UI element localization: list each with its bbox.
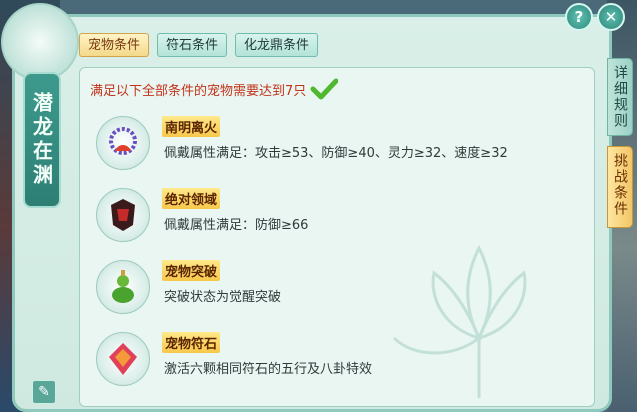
condition-item: 南明离火 佩戴属性满足：攻击≥53、防御≥40、灵力≥32、速度≥32 bbox=[96, 112, 576, 172]
gourd-icon bbox=[96, 260, 150, 314]
condition-item: 宠物符石 激活六颗相同符石的五行及八卦特效 bbox=[96, 328, 576, 388]
fire-necklace-icon bbox=[96, 116, 150, 170]
edit-icon[interactable]: ✎ bbox=[32, 380, 56, 404]
armor-icon bbox=[96, 188, 150, 242]
rune-stone-icon bbox=[96, 332, 150, 386]
condition-desc: 激活六颗相同符石的五行及八卦特效 bbox=[164, 362, 373, 377]
condition-item: 宠物突破 突破状态为觉醒突破 bbox=[96, 256, 576, 316]
conditions-content: 满足以下全部条件的宠物需要达到7只 南明离火 佩戴属性满足：攻击≥53、防御≥4… bbox=[79, 67, 595, 407]
condition-desc: 佩戴属性满足：攻击≥53、防御≥40、灵力≥32、速度≥32 bbox=[164, 146, 508, 161]
condition-title: 宠物符石 bbox=[162, 332, 221, 353]
close-button[interactable]: ✕ bbox=[597, 3, 625, 31]
condition-item: 绝对领域 佩戴属性满足：防御≥66 bbox=[96, 184, 576, 244]
condition-title: 绝对领域 bbox=[162, 188, 221, 209]
decor-moon-icon bbox=[1, 3, 79, 81]
tab-dragon-cauldron-conditions[interactable]: 化龙鼎条件 bbox=[235, 33, 319, 57]
tab-pet-conditions[interactable]: 宠物条件 bbox=[79, 33, 150, 57]
tab-rune-conditions[interactable]: 符石条件 bbox=[157, 33, 228, 57]
tab-detailed-rules[interactable]: 详细规则 bbox=[607, 58, 633, 136]
main-panel: 潜龙在渊 ✎ 宠物条件 符石条件 化龙鼎条件 满足以下全部条件的宠物需要达到7只… bbox=[1, 3, 612, 412]
condition-title: 宠物突破 bbox=[162, 260, 221, 281]
side-title-banner: 潜龙在渊 bbox=[23, 72, 61, 208]
help-button[interactable]: ? bbox=[565, 3, 593, 31]
requirement-heading: 满足以下全部条件的宠物需要达到7只 bbox=[90, 78, 339, 100]
condition-title: 南明离火 bbox=[162, 116, 221, 137]
side-title: 潜龙在渊 bbox=[29, 92, 54, 188]
condition-desc: 佩戴属性满足：防御≥66 bbox=[164, 218, 309, 233]
tab-challenge-conditions[interactable]: 挑战条件 bbox=[607, 146, 633, 228]
checkmark-icon bbox=[310, 78, 339, 100]
condition-desc: 突破状态为觉醒突破 bbox=[164, 290, 282, 305]
right-side-tabs: 详细规则 挑战条件 bbox=[607, 58, 635, 238]
condition-tabs: 宠物条件 符石条件 化龙鼎条件 bbox=[79, 33, 319, 57]
